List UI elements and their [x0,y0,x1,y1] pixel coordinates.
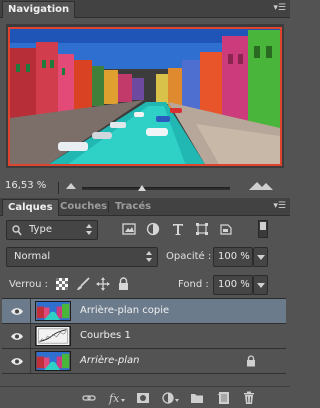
layer-style-fx-icon[interactable]: fx [108,391,126,405]
tab-navigation[interactable]: Navigation [2,1,76,18]
new-group-folder-icon[interactable] [190,391,204,405]
zoom-slider-track[interactable] [82,187,230,190]
divider [30,324,31,348]
fill-label: Fond : [178,279,209,290]
divider [58,182,59,194]
opacity-dropdown-button[interactable] [253,247,268,267]
navigator-tabbar: Navigation ▾☰ [0,0,290,18]
fill-dropdown-button[interactable] [253,275,268,295]
layer-thumbnail [35,351,71,371]
zoom-in-icon[interactable] [248,179,276,191]
filter-kind-label: Type [29,224,52,235]
layers-tabbar: Calques Couches Tracés ▾☰ [0,198,290,216]
updown-arrows-icon [146,251,153,263]
tab-traces[interactable]: Tracés [110,199,156,216]
delete-trash-icon[interactable] [242,391,256,405]
divider [30,299,31,323]
visibility-eye-icon[interactable] [10,332,24,341]
navigator-preview[interactable] [6,24,284,168]
adjustment-layer-icon[interactable] [162,391,180,405]
blend-mode-select[interactable]: Normal [6,247,158,267]
layer-row[interactable]: Arrière-plan copie [2,299,286,324]
svg-text:fx: fx [108,392,120,405]
layer-row[interactable]: Courbes 1 [2,324,286,349]
zoom-slider-thumb[interactable] [138,185,146,191]
fill-input[interactable]: 100 % [213,275,253,295]
visibility-eye-icon[interactable] [10,307,24,316]
curves-layer-thumbnail [35,326,71,346]
tab-calques[interactable]: Calques [2,199,59,216]
layer-name[interactable]: Arrière-plan [80,355,139,366]
navigator-zoom-row: 16,53 % [0,176,290,196]
layer-lock-icon [247,355,255,367]
new-layer-icon[interactable] [216,391,230,405]
panel-menu-icon[interactable]: ▾☰ [272,2,286,14]
filter-type-icon[interactable] [171,222,185,236]
fill-value: 100 % [218,279,250,290]
add-mask-icon[interactable] [136,391,150,405]
blend-mode-value: Normal [14,251,51,262]
tab-couches[interactable]: Couches [55,199,112,216]
layer-row[interactable]: Arrière-plan [2,349,286,374]
search-icon [12,225,22,236]
divider [30,349,31,373]
updown-arrows-icon [86,224,93,236]
filter-shape-icon[interactable] [195,222,209,236]
layers-bottom-toolbar: fx [0,386,290,408]
visibility-eye-icon[interactable] [10,357,24,366]
opacity-input[interactable]: 100 % [213,247,253,267]
opacity-label: Opacité : [166,251,212,262]
filter-toggle-switch[interactable] [258,220,268,238]
zoom-out-icon[interactable] [66,183,76,189]
filter-pixel-icon[interactable] [122,222,136,236]
layer-filter-select[interactable]: Type [6,220,98,240]
navigator-view-frame[interactable] [8,27,282,166]
layer-name[interactable]: Courbes 1 [80,330,131,341]
filter-adjustment-icon[interactable] [146,222,160,236]
lock-pixels-brush-icon[interactable] [76,277,90,291]
tab-separator [108,201,109,213]
zoom-value[interactable]: 16,53 % [5,180,46,191]
panel-menu-icon[interactable]: ▾☰ [272,200,286,212]
lock-position-move-icon[interactable] [96,277,110,291]
link-layers-icon[interactable] [82,391,96,405]
layer-name[interactable]: Arrière-plan copie [80,305,169,316]
lock-transparency-icon[interactable] [56,278,68,290]
layer-thumbnail [35,301,71,321]
lock-all-icon[interactable] [118,277,129,291]
filter-smart-object-icon[interactable] [219,222,233,236]
layer-list: Arrière-plan copie Courbes 1 Arrière-pla… [2,298,286,374]
lock-label: Verrou : [9,279,49,290]
opacity-value: 100 % [218,251,250,262]
